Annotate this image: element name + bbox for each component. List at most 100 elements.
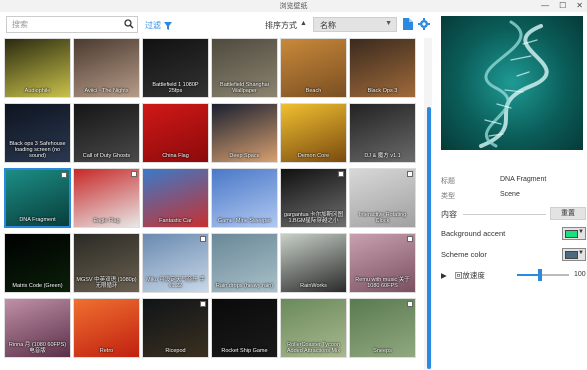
wallpaper-tile[interactable]: Aviici - The Nights xyxy=(73,38,140,98)
wallpaper-tile[interactable]: Beach xyxy=(280,38,347,98)
title-bar: 浏览壁纸 — ☐ ✕ xyxy=(0,0,587,12)
wallpaper-label: Remu with music 关于 1080 60FPS xyxy=(355,277,410,289)
bg-accent-chip xyxy=(565,230,578,238)
close-button[interactable]: ✕ xyxy=(576,1,583,10)
wallpaper-label: Black Ops 3 xyxy=(367,88,398,94)
search-icon[interactable] xyxy=(124,19,134,29)
wallpaper-tile[interactable]: Audiophile xyxy=(4,38,71,98)
wallpaper-tile[interactable]: China Flag xyxy=(142,103,209,163)
wallpaper-tile[interactable]: Call of Duty Ghosts xyxy=(73,103,140,163)
wallpaper-tile[interactable]: Matrix Code (Green) xyxy=(4,233,71,293)
wallpaper-tile[interactable]: Ricepod xyxy=(142,298,209,358)
wallpaper-label: Aviici - The Nights xyxy=(84,88,129,94)
speed-value: 100 xyxy=(574,271,586,278)
scheme-color-picker[interactable]: ▼ xyxy=(562,248,586,261)
speed-slider-handle[interactable] xyxy=(538,269,543,281)
web-wallpaper-icon xyxy=(407,301,413,307)
wallpaper-tile[interactable]: Sneeps xyxy=(349,298,416,358)
wallpaper-label: Call of Duty Ghosts xyxy=(82,153,131,159)
scrollbar-thumb[interactable] xyxy=(427,107,431,369)
wallpaper-tile[interactable]: Rocket Ship Game xyxy=(211,298,278,358)
minimize-button[interactable]: — xyxy=(541,1,549,10)
wallpaper-label: gargantua 卡尔加斯冈图 1.BGM星际穿越之小 xyxy=(283,212,344,224)
wallpaper-tile[interactable]: Black ops 3 Safehouse loading screen (no… xyxy=(4,103,71,163)
wallpaper-tile[interactable]: DNA Fragment xyxy=(4,168,71,228)
wallpaper-label: Retro xyxy=(99,348,114,354)
chevron-down-icon: ▼ xyxy=(578,229,584,235)
file-icon[interactable] xyxy=(403,18,413,30)
wallpaper-label: Fantastic Car xyxy=(159,218,192,224)
wallpaper-tile[interactable]: Remu with music 关于 1080 60FPS xyxy=(349,233,416,293)
detail-title-row: 标题 DNA Fragment xyxy=(441,176,546,186)
section-divider xyxy=(463,214,546,215)
funnel-icon xyxy=(164,21,172,30)
web-wallpaper-icon xyxy=(200,236,206,242)
sort-select-value: 名称 xyxy=(320,21,336,30)
detail-type-value: Scene xyxy=(500,191,520,198)
wallpaper-label: DJ & 魔方 v1.1 xyxy=(364,153,401,159)
wallpaper-tile[interactable]: Black Ops 3 xyxy=(349,38,416,98)
wallpaper-label: Rain drops (heavy rain) xyxy=(215,283,274,289)
wallpaper-label: Ricepod xyxy=(165,348,186,354)
gear-icon[interactable] xyxy=(418,18,430,30)
maximize-button[interactable]: ☐ xyxy=(559,1,566,10)
wallpaper-label: Interactive Rotating Clock xyxy=(358,212,407,224)
web-wallpaper-icon xyxy=(338,171,344,177)
wallpaper-label: Battlefield Shanghai Wallpaper xyxy=(220,82,269,94)
wallpaper-label: DNA Fragment xyxy=(19,217,56,223)
bg-accent-label: Background accent xyxy=(441,229,506,238)
wallpaper-tile[interactable]: gargantua 卡尔加斯冈图 1.BGM星际穿越之小 xyxy=(280,168,347,228)
wallpaper-tile[interactable]: Rinna 月 (1080 60FPS) 电音版 xyxy=(4,298,71,358)
wallpaper-tile[interactable]: Eagle Flag xyxy=(73,168,140,228)
detail-title-value: DNA Fragment xyxy=(500,176,547,183)
sort-label: 排序方式 xyxy=(265,21,297,30)
wallpaper-label: Audiophile xyxy=(24,88,51,94)
reset-button[interactable]: 重置 xyxy=(550,207,586,220)
wallpaper-preview xyxy=(441,16,583,150)
chevron-down-icon: ▼ xyxy=(385,20,392,27)
wallpaper-tile[interactable]: Interactive Rotating Clock xyxy=(349,168,416,228)
wallpaper-tile[interactable]: RainWorks xyxy=(280,233,347,293)
wallpaper-tile[interactable]: Retro xyxy=(73,298,140,358)
wallpaper-label: China Flag xyxy=(162,153,189,159)
sort-select[interactable]: 名称 ▼ xyxy=(313,17,397,32)
wallpaper-label: Deep Space xyxy=(229,153,260,159)
wallpaper-label: Battlefield 1 1080P 25fps xyxy=(152,82,199,94)
web-wallpaper-icon xyxy=(407,171,413,177)
web-wallpaper-icon xyxy=(61,172,67,178)
playback-speed-row: ▶ 回放速度 xyxy=(441,270,485,281)
detail-type-row: 类型 Scene xyxy=(441,191,520,201)
wallpaper-label: Miku 可设定天气音乐 手 v1.22 xyxy=(146,277,205,289)
wallpaper-tile[interactable]: Game: Mine Sweeper xyxy=(211,168,278,228)
wallpaper-tile[interactable]: DJ & 魔方 v1.1 xyxy=(349,103,416,163)
scheme-color-label: Scheme color xyxy=(441,250,487,259)
bg-accent-picker[interactable]: ▼ xyxy=(562,227,586,240)
wallpaper-label: RainWorks xyxy=(300,283,327,289)
wallpaper-tile[interactable]: Demon Core xyxy=(280,103,347,163)
wallpaper-tile[interactable]: Deep Space xyxy=(211,103,278,163)
wallpaper-label: Eagle Flag xyxy=(93,218,120,224)
wallpaper-tile[interactable]: Rain drops (heavy rain) xyxy=(211,233,278,293)
wallpaper-tile[interactable]: Fantastic Car xyxy=(142,168,209,228)
play-icon[interactable]: ▶ xyxy=(441,271,447,280)
scheme-color-chip xyxy=(565,251,578,259)
wallpaper-label: Demon Core xyxy=(297,153,330,159)
wallpaper-label: Beach xyxy=(305,88,322,94)
wallpaper-grid: Audiophile Aviici - The Nights Battlefield… xyxy=(4,38,420,370)
wallpaper-tile[interactable]: Miku 可设定天气音乐 手 v1.22 xyxy=(142,233,209,293)
search-box xyxy=(6,16,138,33)
wallpaper-tile[interactable]: MGSV 中英双语 (1080p) 无限循环 xyxy=(73,233,140,293)
filter-button[interactable]: 过滤 xyxy=(145,20,172,31)
wallpaper-tile[interactable]: Battlefield 1 1080P 25fps xyxy=(142,38,209,98)
wallpaper-tile[interactable]: RollerCoaster Tycoon Added Attractions M… xyxy=(280,298,347,358)
filter-label: 过滤 xyxy=(145,21,161,30)
web-wallpaper-icon xyxy=(407,236,413,242)
web-wallpaper-icon xyxy=(200,301,206,307)
chevron-down-icon: ▼ xyxy=(578,250,584,256)
speed-slider-fill xyxy=(517,274,541,276)
sort-direction-button[interactable]: ▲ xyxy=(300,20,307,27)
wallpaper-tile[interactable]: Battlefield Shanghai Wallpaper xyxy=(211,38,278,98)
wallpaper-label: RollerCoaster Tycoon Added Attractions M… xyxy=(286,342,341,354)
detail-title-key: 标题 xyxy=(441,178,455,185)
search-input[interactable] xyxy=(7,17,117,32)
